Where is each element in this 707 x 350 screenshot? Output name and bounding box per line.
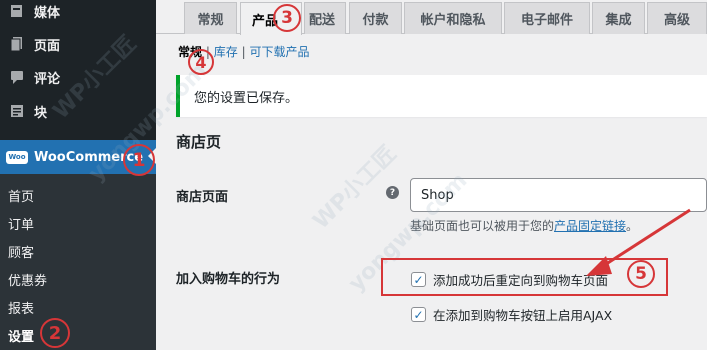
sidebar-item-media[interactable]: 媒体 — [0, 0, 156, 28]
tab-advanced[interactable]: 高级 — [647, 2, 707, 34]
ajax-add-to-cart-checkbox[interactable]: ✓ — [411, 307, 426, 322]
tab-general[interactable]: 常规 — [184, 2, 237, 34]
sidebar-item-label: 页面 — [34, 38, 61, 54]
page-icon — [0, 36, 34, 52]
comment-icon — [0, 69, 34, 85]
notice-text: 您的设置已保存。 — [194, 90, 299, 106]
submenu-item-orders[interactable]: 订单 — [8, 214, 34, 233]
woocommerce-submenu: 首页 订单 顾客 优惠券 报表 设置 — [0, 174, 156, 350]
subnav-item-inventory[interactable]: 库存 — [214, 45, 238, 59]
sidebar-item-comments[interactable]: 评论 — [0, 60, 156, 94]
submenu-item-home[interactable]: 首页 — [8, 186, 34, 205]
submenu-item-reports[interactable]: 报表 — [8, 298, 34, 317]
ajax-add-to-cart-option[interactable]: ✓ 在添加到购物车按钮上启用AJAX — [411, 305, 612, 324]
tab-shipping[interactable]: 配送 — [304, 2, 346, 34]
media-icon — [0, 3, 34, 19]
submenu-item-customers[interactable]: 顾客 — [8, 242, 34, 261]
shop-page-label: 商店页面 — [176, 190, 229, 205]
sidebar-item-label: 评论 — [34, 71, 61, 87]
annotation-marker-4: 4 — [188, 49, 214, 75]
tab-payments[interactable]: 付款 — [349, 2, 402, 34]
settings-saved-notice: 您的设置已保存。 — [176, 75, 707, 117]
submenu-item-coupons[interactable]: 优惠券 — [8, 270, 47, 289]
tab-emails[interactable]: 电子邮件 — [504, 2, 590, 34]
description-text: 基础页面也可以被用于您的 — [410, 219, 555, 233]
section-title: 商店页 — [176, 133, 222, 151]
add-to-cart-behaviour-label: 加入购物车的行为 — [176, 272, 281, 287]
shop-page-select-value: Shop — [421, 187, 454, 203]
annotation-marker-5: 5 — [627, 260, 655, 288]
subnav-item-downloadable[interactable]: 可下载产品 — [249, 45, 309, 59]
product-permalinks-link[interactable]: 产品固定链接 — [554, 219, 626, 233]
annotation-marker-3: 3 — [273, 4, 301, 32]
highlight-box — [381, 258, 668, 296]
annotation-marker-1: 1 — [123, 144, 155, 176]
settings-main: 常规 产品 配送 付款 帐户和隐私 电子邮件 集成 高级 常规 | 库存 | 可… — [156, 0, 707, 350]
annotation-marker-2: 2 — [40, 318, 70, 348]
shop-page-select[interactable]: Shop — [410, 178, 707, 212]
woocommerce-icon: Woo — [0, 150, 34, 164]
help-icon[interactable]: ? — [386, 186, 399, 199]
ajax-add-to-cart-label: 在添加到购物车按钮上启用AJAX — [433, 308, 613, 323]
tab-integration[interactable]: 集成 — [592, 2, 645, 34]
description-suffix: 。 — [626, 219, 639, 233]
sidebar-item-label: 媒体 — [34, 5, 61, 21]
sidebar-item-pages[interactable]: 页面 — [0, 27, 156, 61]
shop-page-description: 基础页面也可以被用于您的产品固定链接。 — [410, 217, 638, 234]
settings-tabs: 常规 产品 配送 付款 帐户和隐私 电子邮件 集成 高级 — [156, 0, 707, 35]
block-icon — [0, 103, 34, 119]
sidebar-item-label: 块 — [34, 105, 48, 121]
submenu-item-settings[interactable]: 设置 — [8, 326, 34, 345]
subnav-separator: | — [241, 45, 246, 59]
tab-accounts-privacy[interactable]: 帐户和隐私 — [404, 2, 502, 34]
sidebar-item-blocks[interactable]: 块 — [0, 94, 156, 128]
